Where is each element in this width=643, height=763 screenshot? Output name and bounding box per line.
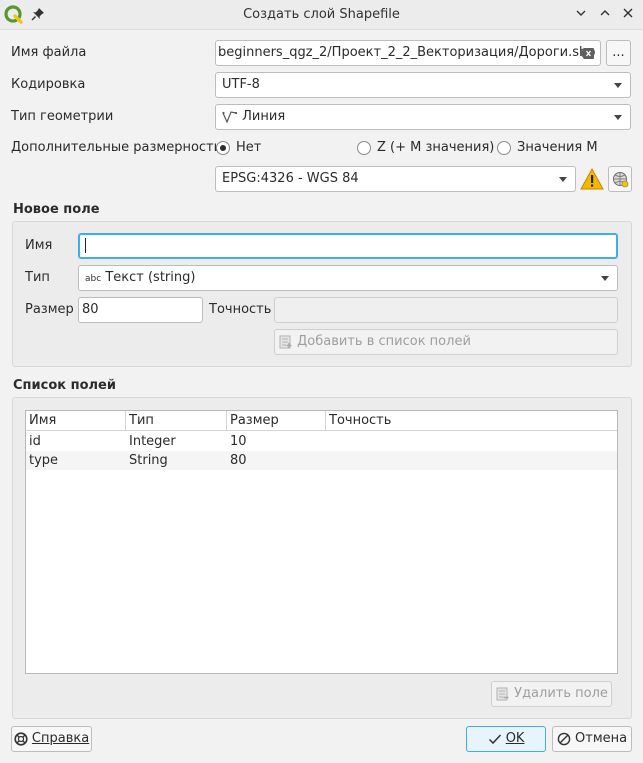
- line-geometry-icon: [222, 110, 238, 124]
- field-size-input[interactable]: 80: [78, 297, 203, 323]
- cell-type: String: [129, 453, 168, 468]
- window-title: Создать слой Shapefile: [243, 7, 400, 22]
- cell-precision: [326, 432, 617, 451]
- chevron-down-icon: [559, 177, 567, 182]
- help-button[interactable]: Справка: [11, 726, 92, 752]
- column-header-precision[interactable]: Точность: [326, 411, 617, 431]
- dims-m-radio[interactable]: [497, 141, 511, 155]
- chevron-down-icon: [614, 83, 622, 88]
- check-icon: [488, 733, 501, 744]
- cell-name: type: [29, 453, 59, 468]
- dims-z-radio[interactable]: [357, 141, 371, 155]
- geometry-type-combo[interactable]: Линия: [215, 104, 631, 130]
- field-precision-input[interactable]: [274, 297, 618, 323]
- fields-table[interactable]: Имя Тип Размер Точность id Integer 10 ty…: [25, 410, 618, 674]
- encoding-label: Кодировка: [11, 77, 86, 92]
- cancel-icon: [557, 732, 571, 745]
- field-name-input[interactable]: [78, 233, 618, 259]
- crs-combo[interactable]: EPSG:4326 - WGS 84: [215, 166, 576, 192]
- select-crs-button[interactable]: [608, 166, 632, 192]
- title-bar: Создать слой Shapefile: [0, 0, 643, 30]
- remove-field-label: Удалить поле: [514, 686, 608, 701]
- dims-z-label[interactable]: Z (+ M значения): [377, 140, 494, 155]
- ok-label: OK: [505, 731, 525, 746]
- remove-field-button[interactable]: Удалить поле: [491, 681, 612, 707]
- dims-none-radio[interactable]: [216, 141, 230, 155]
- geometry-type-value: Линия: [242, 109, 286, 124]
- warning-icon: [580, 168, 604, 190]
- encoding-value: UTF-8: [222, 77, 260, 92]
- lifebuoy-icon: [14, 731, 28, 746]
- field-size-value: 80: [82, 302, 99, 317]
- dimensions-label: Дополнительные размерности: [11, 140, 223, 155]
- text-cursor: [85, 238, 86, 253]
- table-row[interactable]: type String 80: [26, 451, 617, 470]
- column-header-name[interactable]: Имя: [26, 411, 126, 431]
- chevron-down-icon: [614, 115, 622, 120]
- ok-button[interactable]: OK: [466, 726, 546, 752]
- chevron-down-icon: [601, 276, 609, 281]
- cell-size: 80: [230, 453, 247, 468]
- cancel-label: Отмена: [575, 731, 628, 746]
- cell-precision: [326, 451, 617, 470]
- maximize-icon[interactable]: [596, 6, 614, 24]
- column-header-type[interactable]: Тип: [126, 411, 227, 431]
- geometry-type-label: Тип геометрии: [11, 109, 114, 124]
- table-row[interactable]: id Integer 10: [26, 432, 617, 451]
- cancel-button[interactable]: Отмена: [552, 726, 632, 752]
- add-field-button[interactable]: Добавить в список полей: [274, 329, 618, 355]
- field-type-label: Тип: [25, 270, 50, 285]
- file-name-value: beginners_qgz_2/Проект_2_2_Векторизация/…: [218, 45, 596, 60]
- field-type-value: Текст (string): [105, 270, 196, 285]
- close-icon[interactable]: [619, 6, 637, 24]
- fields-list-title: Список полей: [13, 378, 116, 393]
- field-type-combo[interactable]: abc Текст (string): [78, 265, 618, 291]
- file-name-label: Имя файла: [11, 45, 87, 60]
- cell-name: id: [29, 434, 41, 449]
- add-field-icon: [279, 335, 292, 348]
- help-label: Справка: [31, 731, 90, 746]
- globe-icon: [613, 172, 629, 188]
- field-size-label: Размер: [25, 302, 74, 317]
- new-field-title: Новое поле: [13, 202, 100, 217]
- browse-button[interactable]: ...: [606, 40, 631, 66]
- file-name-input[interactable]: beginners_qgz_2/Проект_2_2_Векторизация/…: [215, 40, 601, 66]
- clear-icon[interactable]: [580, 48, 594, 59]
- remove-field-icon: [496, 687, 509, 700]
- field-name-label: Имя: [25, 238, 53, 253]
- cell-size: 10: [230, 434, 247, 449]
- encoding-combo[interactable]: UTF-8: [215, 72, 631, 98]
- field-precision-label: Точность: [209, 302, 272, 317]
- add-field-label: Добавить в список полей: [297, 334, 471, 349]
- dims-m-label[interactable]: Значения M: [517, 140, 598, 155]
- collapse-icon[interactable]: [572, 6, 590, 24]
- dims-none-label[interactable]: Нет: [236, 140, 261, 155]
- column-header-size[interactable]: Размер: [227, 411, 326, 431]
- cell-type: Integer: [129, 434, 176, 449]
- crs-value: EPSG:4326 - WGS 84: [222, 171, 359, 186]
- text-type-icon: abc: [85, 274, 102, 284]
